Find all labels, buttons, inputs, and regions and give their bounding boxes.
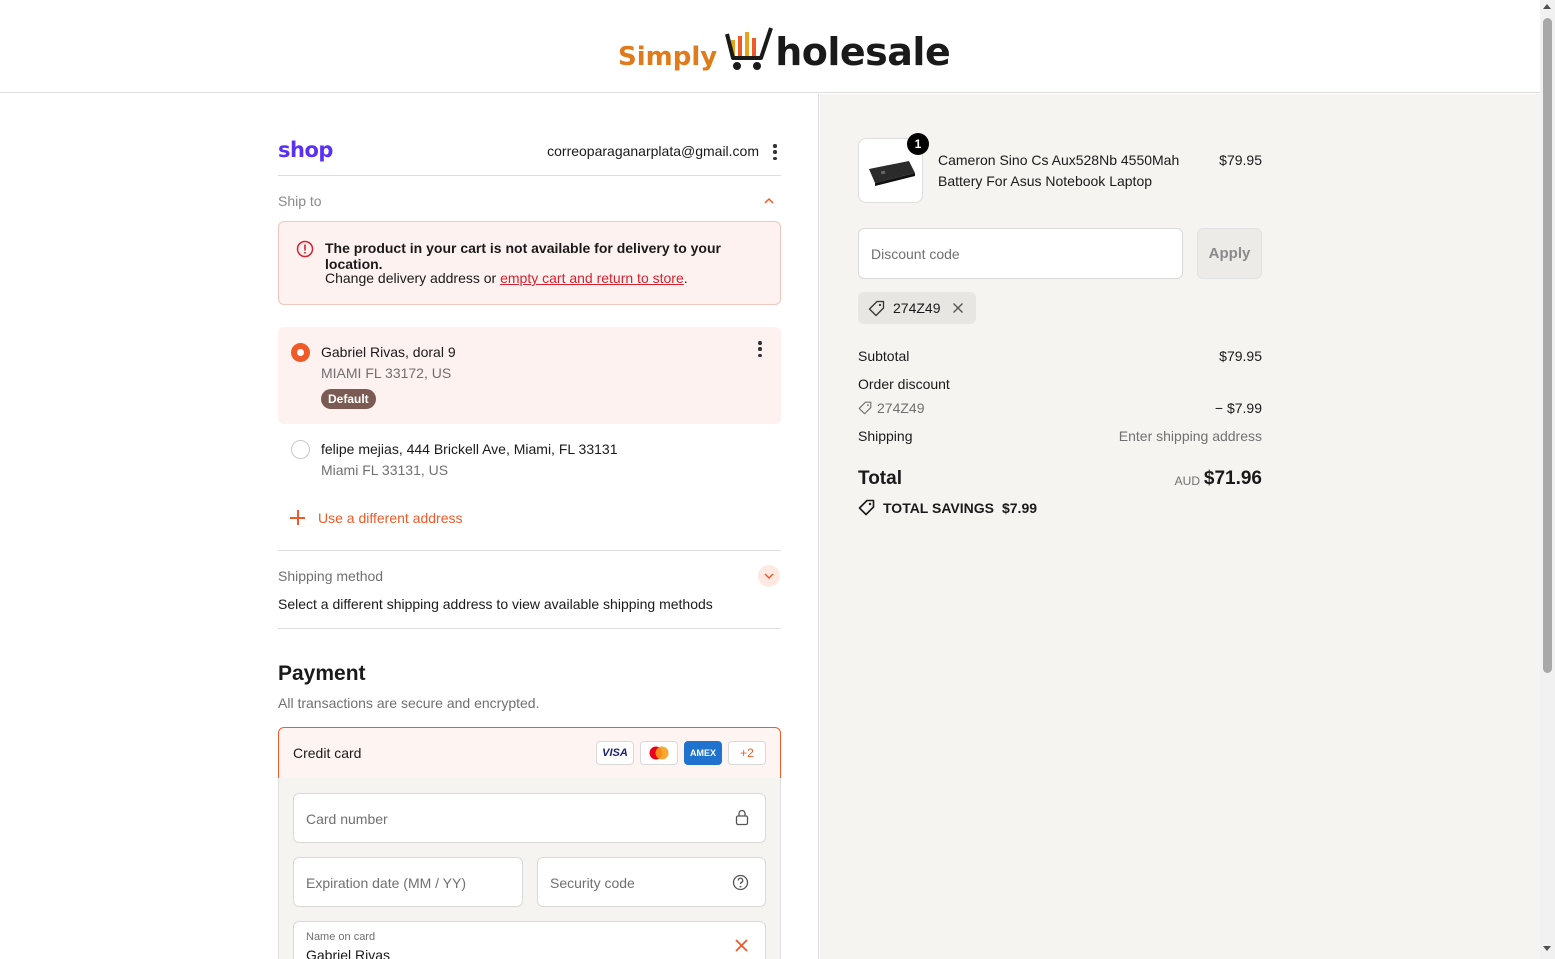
total-savings-value: $7.99 [1001, 499, 1038, 516]
address-radio-unselected[interactable] [291, 440, 310, 459]
more-cards-badge: +2 [728, 741, 766, 765]
address-menu-icon[interactable] [758, 341, 762, 357]
order-discount-value: − $7.99 [1214, 400, 1262, 416]
credit-card-option[interactable]: Credit card VISA AMEX +2 [278, 727, 781, 779]
lock-icon [735, 809, 749, 826]
error-icon [296, 240, 314, 258]
card-number-field[interactable]: Card number [293, 793, 766, 843]
shop-pay-logo: shop [278, 138, 333, 162]
amex-icon: AMEX [684, 741, 722, 765]
total-savings-label: TOTAL SAVINGS [883, 499, 994, 516]
order-summary-panel [820, 94, 1540, 959]
plus-icon [289, 509, 306, 526]
address-city: Miami FL 33131, US [321, 462, 449, 478]
quantity-badge: 1 [907, 133, 929, 155]
logo-simply-text: Simply [618, 42, 718, 72]
store-logo[interactable]: Simply holesale [618, 18, 951, 74]
account-email: correoparaganarplata@gmail.com [547, 143, 759, 159]
payment-subtitle: All transactions are secure and encrypte… [278, 695, 540, 711]
subtotal-value: $79.95 [1219, 348, 1262, 364]
scrollbar-thumb[interactable] [1543, 18, 1552, 673]
account-menu-icon[interactable] [773, 144, 777, 160]
total-currency: AUD [1174, 474, 1200, 488]
scroll-down-arrow-icon[interactable] [1543, 946, 1551, 951]
address-city: MIAMI FL 33172, US [321, 365, 452, 381]
divider [278, 628, 781, 629]
help-icon[interactable] [732, 874, 749, 891]
use-different-address-button[interactable]: Use a different address [289, 509, 463, 526]
total-value: $71.96 [1203, 468, 1262, 489]
tag-icon [858, 401, 872, 415]
address-option-1[interactable]: Gabriel Rivas, doral 9 MIAMI FL 33172, U… [278, 327, 781, 424]
address-name: felipe mejias, 444 Brickell Ave, Miami, … [321, 441, 618, 457]
shipping-row: Shipping Enter shipping address [858, 428, 1262, 444]
cart-logo-icon [725, 27, 774, 70]
delivery-error-alert: The product in your cart is not availabl… [278, 221, 781, 305]
shipping-label: Shipping [858, 428, 913, 444]
scroll-up-arrow-icon[interactable] [1543, 4, 1551, 9]
visa-icon: VISA [596, 741, 634, 765]
shop-account-row: shop correoparaganarplata@gmail.com [278, 136, 781, 176]
credit-card-label: Credit card [293, 745, 362, 761]
product-price: $79.95 [1219, 152, 1262, 168]
chevron-down-icon[interactable] [758, 565, 780, 587]
default-badge: Default [321, 389, 376, 409]
discount-code-placeholder: Discount code [871, 246, 960, 262]
alert-body: Change delivery address or empty cart an… [325, 270, 688, 286]
order-discount-code: 274Z49 [858, 400, 1262, 416]
alert-body-suffix: . [683, 270, 688, 286]
applied-discount-chip: 274Z49 [858, 292, 977, 324]
apply-discount-button[interactable]: Apply [1197, 228, 1262, 279]
site-header: Simply holesale [0, 0, 1540, 93]
subtotal-row: Subtotal $79.95 [858, 348, 1262, 364]
order-discount-code-text: 274Z49 [877, 400, 925, 416]
name-on-card-label: Name on card [306, 931, 376, 943]
page-scrollbar[interactable] [1540, 0, 1555, 959]
address-radio-selected[interactable] [291, 343, 310, 362]
address-option-2[interactable]: felipe mejias, 444 Brickell Ave, Miami, … [278, 430, 781, 490]
order-discount-label: Order discount [858, 376, 950, 392]
card-number-placeholder: Card number [306, 811, 388, 827]
alert-title: The product in your cart is not availabl… [325, 240, 721, 272]
discount-code-input[interactable]: Discount code [858, 228, 1183, 279]
payment-heading: Payment [278, 662, 366, 685]
name-on-card-field[interactable]: Name on card Gabriel Rivas [293, 921, 766, 959]
empty-cart-link[interactable]: empty cart and return to store [500, 270, 684, 286]
shipping-method-label: Shipping method [278, 568, 384, 584]
remove-discount-icon[interactable] [952, 302, 964, 314]
mastercard-icon [640, 741, 678, 765]
applied-discount-code: 274Z49 [893, 300, 941, 316]
product-name: Cameron Sino Cs Aux528Nb 4550Mah Battery… [938, 152, 1180, 189]
shipping-value: Enter shipping address [1118, 428, 1262, 444]
security-code-placeholder: Security code [550, 875, 635, 891]
logo-holesale-text: holesale [775, 30, 951, 74]
alert-body-text: Change delivery address or [325, 270, 501, 286]
ship-to-label: Ship to [278, 193, 322, 209]
shipping-method-note: Select a different shipping address to v… [278, 596, 713, 612]
tag-icon [868, 300, 885, 316]
expiration-placeholder: Expiration date (MM / YY) [306, 875, 467, 891]
expiration-date-field[interactable]: Expiration date (MM / YY) [293, 857, 523, 907]
security-code-field[interactable]: Security code [537, 857, 766, 907]
address-name: Gabriel Rivas, doral 9 [321, 344, 456, 360]
name-on-card-value: Gabriel Rivas [306, 947, 391, 959]
card-brand-icons: VISA AMEX +2 [596, 741, 766, 765]
use-different-address-label: Use a different address [318, 509, 463, 526]
order-discount-code-row: 274Z49 − $7.99 [858, 400, 1262, 416]
tag-icon [858, 499, 875, 516]
total-label: Total [858, 468, 902, 489]
chevron-up-icon[interactable] [758, 190, 780, 212]
clear-icon[interactable] [734, 938, 749, 953]
total-savings: TOTAL SAVINGS $7.99 [858, 499, 1037, 516]
divider [278, 550, 781, 551]
credit-card-form: Card number Expiration date (MM / YY) Se… [278, 778, 781, 959]
subtotal-label: Subtotal [858, 348, 910, 364]
order-discount-row: Order discount [858, 376, 1262, 392]
